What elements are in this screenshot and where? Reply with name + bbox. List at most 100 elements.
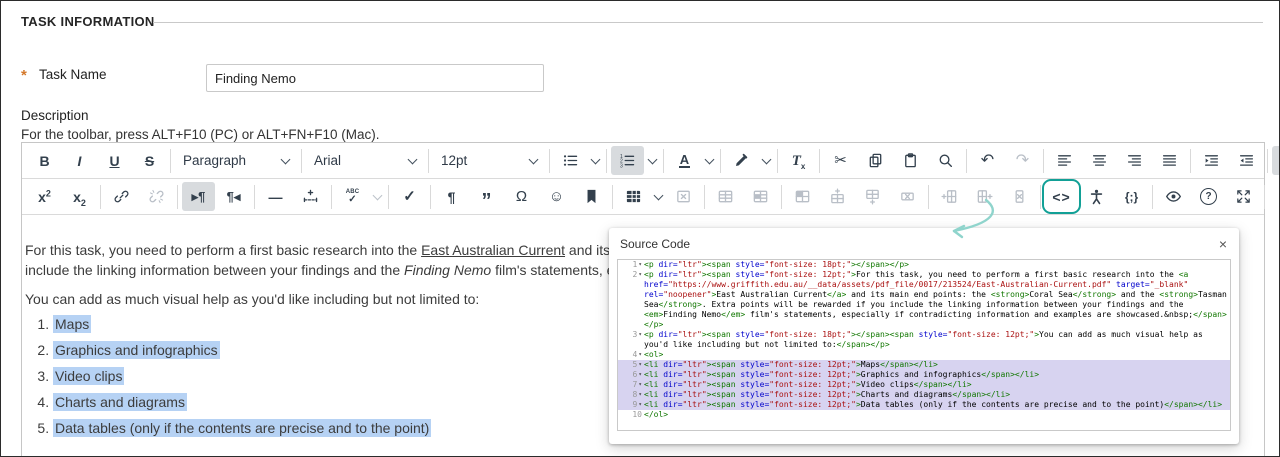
insert-link-button[interactable]	[105, 182, 138, 211]
rtl-button[interactable]: ¶◂	[217, 182, 250, 211]
bold-button[interactable]: B	[28, 146, 61, 175]
text-run: include the linking information between …	[25, 262, 405, 278]
table-button[interactable]	[617, 182, 650, 211]
insertcolafter-icon	[976, 188, 993, 205]
code-sample-button[interactable]: {;}	[1115, 182, 1148, 211]
fold-marker-icon[interactable]: ▾	[638, 260, 642, 270]
toolbar-group-divider	[704, 184, 705, 209]
table-menu-button[interactable]	[651, 182, 666, 211]
fontsize-select[interactable]: 12pt	[432, 146, 546, 175]
align-center-button[interactable]	[1083, 146, 1116, 175]
ltr-icon: ▸¶	[191, 188, 206, 204]
forecolor-icon: A	[678, 151, 691, 168]
merge-cells-button	[786, 182, 819, 211]
line-number: 6 ▾	[632, 370, 642, 380]
backcolor-menu-button[interactable]	[759, 146, 774, 175]
preview-button[interactable]	[1157, 182, 1190, 211]
toolbar-group-divider	[1043, 148, 1044, 173]
copy-icon	[867, 152, 884, 169]
fold-marker-icon[interactable]: ▾	[638, 350, 642, 360]
bullist-menu-button[interactable]	[588, 146, 603, 175]
cut-button[interactable]: ✂	[824, 146, 857, 175]
chevron-down-icon	[528, 154, 539, 164]
undo-button[interactable]: ↶	[971, 146, 1004, 175]
backcolor-button[interactable]	[725, 146, 758, 175]
code-line: 5 ▾ <li dir="ltr"><span style="font-size: …	[618, 360, 1230, 370]
line-number: 3 ▾	[632, 330, 642, 340]
dialog-header: Source Code ×	[609, 228, 1239, 257]
align-right-button[interactable]	[1118, 146, 1151, 175]
bullist-button[interactable]	[554, 146, 587, 175]
underline-button[interactable]: U	[98, 146, 131, 175]
close-icon[interactable]: ×	[1219, 237, 1227, 251]
spellchecker-toggle-button[interactable]: ✓	[393, 182, 426, 211]
toolbar-group-divider	[430, 184, 431, 209]
fold-marker-icon[interactable]: ▾	[638, 380, 642, 390]
fullscreen-button[interactable]	[1227, 182, 1260, 211]
removeformat-icon: Tx	[791, 153, 806, 171]
fold-marker-icon[interactable]: ▾	[638, 270, 642, 280]
code-content: <li dir="ltr"><span style="font-size: 12…	[644, 370, 1040, 379]
insert-content-button[interactable]: ⊕	[1269, 182, 1279, 211]
fold-marker-icon[interactable]: ▾	[638, 400, 642, 410]
section-divider	[153, 22, 1263, 23]
mergecells-icon	[794, 188, 811, 205]
paste-button[interactable]	[894, 146, 927, 175]
numlist-menu-button[interactable]	[645, 146, 660, 175]
chevron-down-icon	[280, 154, 291, 164]
anchor-button[interactable]	[575, 182, 608, 211]
horizontal-rule-button[interactable]: —	[259, 182, 292, 211]
toolbar-group-divider	[549, 148, 550, 173]
blockquote-button[interactable]: ”	[470, 182, 503, 211]
spellcheck-icon: ABC ✓	[345, 189, 360, 205]
paste-icon	[902, 152, 919, 169]
indent-button[interactable]	[1195, 146, 1228, 175]
toolbar-group-divider	[781, 184, 782, 209]
superscript-button[interactable]: x2	[28, 182, 61, 211]
subscript-button[interactable]: x2	[63, 182, 96, 211]
code-line: 4 ▾ <ol>	[618, 350, 1230, 360]
source-code-textarea[interactable]: 1 ▾ <p dir="ltr"><span style="font-size: 1…	[617, 259, 1231, 431]
fontfamily-select[interactable]: Arial	[305, 146, 425, 175]
blocks-select[interactable]: Paragraph	[174, 146, 298, 175]
spellcheck-button[interactable]: ABC ✓	[336, 182, 369, 211]
source-code-button[interactable]: <>	[1042, 179, 1081, 214]
fontsize-select-value: 12pt	[441, 153, 468, 168]
page-break-button[interactable]	[294, 182, 327, 211]
help-button[interactable]: ?	[1192, 182, 1225, 211]
ltr-button[interactable]: ▸¶	[182, 182, 215, 211]
redo-icon: ↷	[1015, 151, 1030, 169]
code-line: 1 ▾ <p dir="ltr"><span style="font-size: 1…	[618, 260, 1230, 270]
emoticons-button[interactable]: ☺	[540, 182, 573, 211]
line-number: 2 ▾	[632, 270, 642, 280]
toolbar-group-divider	[819, 148, 820, 173]
fold-marker-icon[interactable]: ▾	[638, 390, 642, 400]
table-row-properties-button	[709, 182, 742, 211]
more-options-button[interactable]: •••	[1272, 146, 1279, 175]
line-number: 5 ▾	[632, 360, 642, 370]
insert-column-after-button	[968, 182, 1001, 211]
removeformat-button[interactable]: Tx	[782, 146, 815, 175]
insertrowabove-icon	[829, 188, 846, 205]
fold-marker-icon[interactable]: ▾	[638, 370, 642, 380]
special-character-button[interactable]: Ω	[505, 182, 538, 211]
searchreplace-button[interactable]	[929, 146, 962, 175]
outdent-button[interactable]	[1230, 146, 1263, 175]
charmap-icon: Ω	[515, 187, 528, 205]
fullscreen-icon	[1235, 188, 1252, 205]
fold-marker-icon[interactable]: ▾	[638, 360, 642, 370]
accessibility-checker-button[interactable]	[1080, 182, 1113, 211]
forecolor-menu-button[interactable]	[702, 146, 717, 175]
numlist-button[interactable]: 123	[611, 146, 644, 175]
east-australian-current-link[interactable]: East Australian Current	[421, 242, 565, 258]
align-left-button[interactable]	[1048, 146, 1081, 175]
deletecol-icon	[1011, 188, 1028, 205]
strikethrough-button[interactable]: S	[133, 146, 166, 175]
fold-marker-icon[interactable]: ▾	[638, 330, 642, 340]
align-justify-button[interactable]	[1153, 146, 1186, 175]
task-name-input[interactable]	[206, 64, 544, 92]
visual-chars-button[interactable]: ¶	[435, 182, 468, 211]
italic-button[interactable]: I	[63, 146, 96, 175]
copy-button[interactable]	[859, 146, 892, 175]
forecolor-button[interactable]: A	[668, 146, 701, 175]
